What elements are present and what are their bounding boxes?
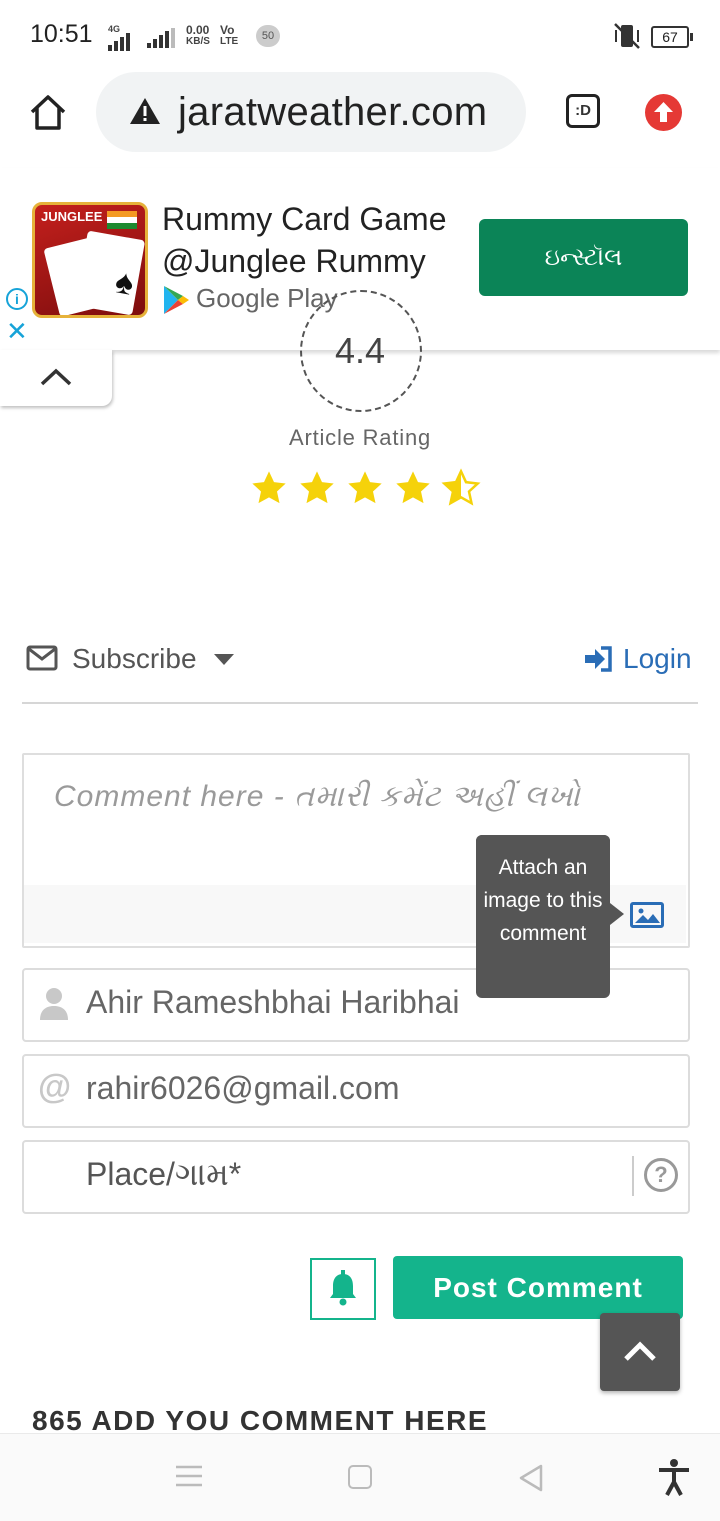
menu-icon[interactable] <box>176 1464 202 1493</box>
upload-arrow-icon[interactable] <box>645 94 682 131</box>
app-logo[interactable]: JUNGLEE ♠ <box>32 202 148 318</box>
help-icon[interactable]: ? <box>644 1158 678 1192</box>
network-speed: 0.00 KB/S <box>186 23 210 47</box>
browser-toolbar: jaratweather.com :D <box>0 72 720 169</box>
half-star-icon <box>441 468 481 506</box>
signal-icon-sim2 <box>147 28 175 48</box>
spade-card: ♠ <box>74 230 145 315</box>
warning-icon[interactable] <box>128 96 162 131</box>
battery-indicator: 67 <box>651 26 693 48</box>
login-link[interactable]: Login <box>623 643 692 675</box>
tooltip-arrow <box>610 903 624 925</box>
divider <box>22 702 698 704</box>
ad-collapse-button[interactable] <box>0 350 112 406</box>
article-rating-label: Article Rating <box>288 425 432 450</box>
caret-down-icon[interactable] <box>214 653 234 671</box>
notify-bell-button[interactable] <box>310 1258 376 1320</box>
star-rating <box>248 468 482 508</box>
info-icon[interactable]: i <box>6 288 28 310</box>
post-comment-button[interactable]: Post Comment <box>393 1256 683 1319</box>
ad-title[interactable]: Rummy Card Game @Junglee Rummy <box>162 198 447 282</box>
home-icon[interactable] <box>28 92 68 137</box>
email-value[interactable]: rahir6026@gmail.com <box>86 1070 400 1107</box>
name-field[interactable]: Ahir Rameshbhai Haribhai <box>22 968 690 1042</box>
rating-value: 4.4 <box>334 330 386 371</box>
close-icon[interactable]: ✕ <box>6 318 28 344</box>
app-logo-text: JUNGLEE <box>41 209 103 224</box>
chevron-up-icon <box>40 368 72 386</box>
bell-icon <box>330 1270 356 1306</box>
system-nav-bar <box>0 1433 720 1521</box>
flag-icon <box>107 211 137 229</box>
status-time: 10:51 <box>30 20 93 48</box>
envelope-icon[interactable] <box>26 645 58 676</box>
google-play-icon <box>162 284 190 321</box>
accessibility-icon[interactable] <box>656 1458 692 1501</box>
user-icon <box>38 986 70 1027</box>
image-icon[interactable] <box>630 902 664 928</box>
star-icon <box>252 471 286 504</box>
name-value[interactable]: Ahir Rameshbhai Haribhai <box>86 984 460 1021</box>
status-bar: 10:51 4G 0.00 KB/S Vo LTE 50 67 <box>0 0 720 72</box>
field-separator <box>632 1156 634 1196</box>
back-icon[interactable] <box>518 1464 544 1497</box>
place-field[interactable]: Place/ગામ* ? <box>22 1140 690 1214</box>
subscribe-button[interactable]: Subscribe <box>72 643 197 675</box>
volte-icon: Vo LTE <box>220 23 239 47</box>
notification-badge: 50 <box>256 25 280 47</box>
chevron-up-icon <box>624 1341 656 1361</box>
install-button[interactable]: ઇન્સ્ટૉલ <box>479 219 688 296</box>
home-square-icon[interactable] <box>348 1465 372 1489</box>
email-field[interactable]: @ rahir6026@gmail.com <box>22 1054 690 1128</box>
scroll-to-top-button[interactable] <box>600 1313 680 1391</box>
at-icon: @ <box>38 1068 72 1106</box>
vibrate-off-icon <box>612 22 642 55</box>
star-icon <box>348 471 382 504</box>
sign-in-icon[interactable] <box>583 645 613 678</box>
tab-switcher-icon[interactable]: :D <box>566 94 600 128</box>
url-text[interactable]: jaratweather.com <box>178 90 487 135</box>
star-icon <box>300 471 334 504</box>
star-icon <box>396 471 430 504</box>
comment-placeholder[interactable]: Comment here - તમારી કમેંટ અહીં લખો <box>54 780 581 814</box>
place-placeholder[interactable]: Place/ગામ* <box>86 1156 241 1194</box>
